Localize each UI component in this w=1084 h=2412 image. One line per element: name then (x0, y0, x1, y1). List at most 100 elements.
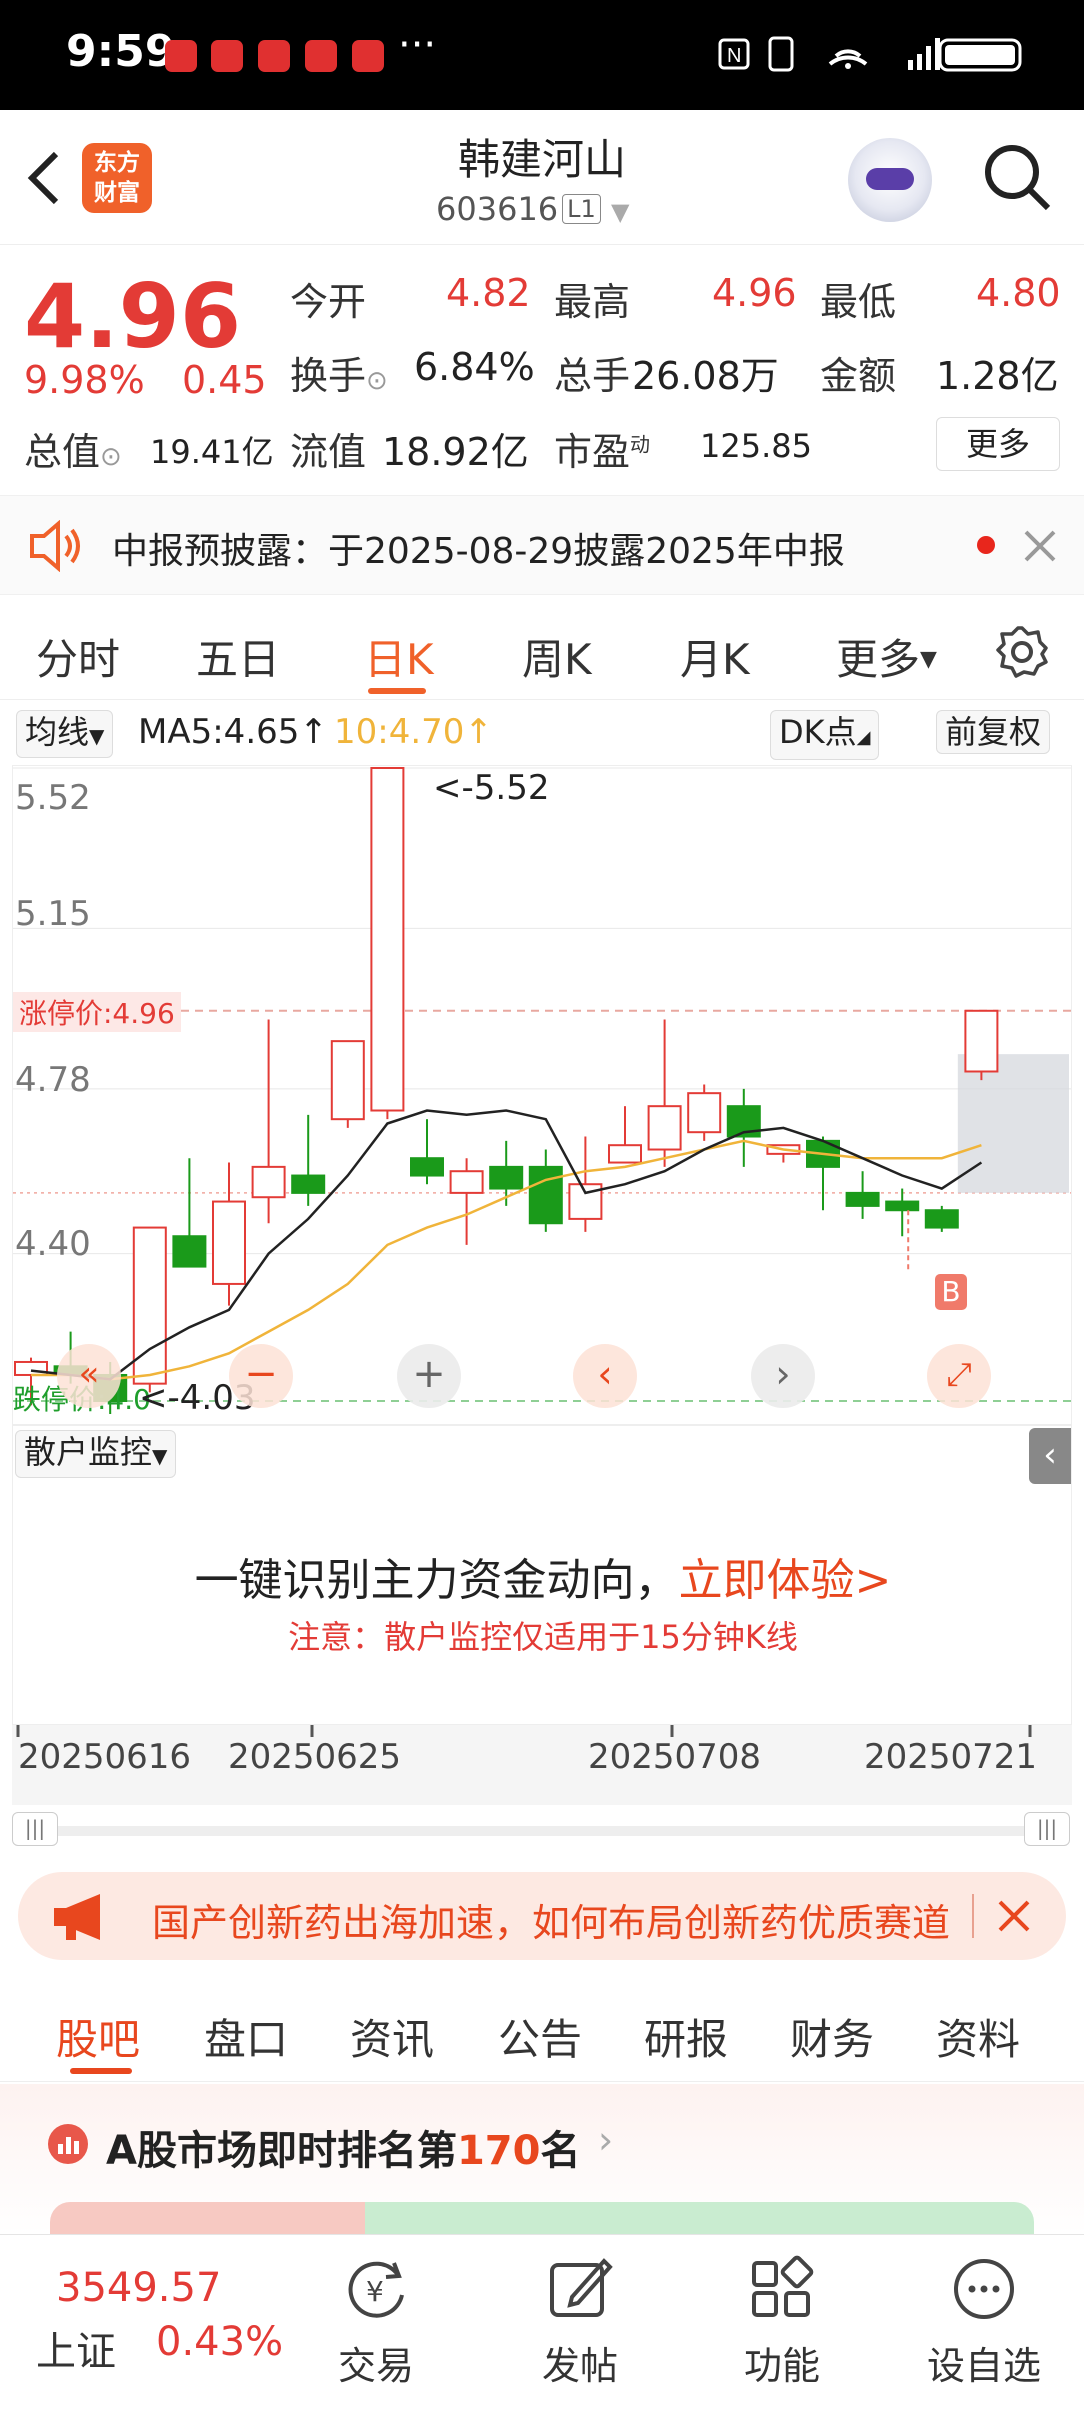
corner-arrow-icon: ◢ (856, 727, 871, 748)
candle-up (647, 1105, 682, 1151)
notification-app-icon (165, 40, 197, 72)
tab-more[interactable]: 更多▼ (836, 626, 937, 687)
compose-icon[interactable] (546, 2255, 614, 2323)
indicator-select[interactable]: 均线▼ (16, 710, 114, 758)
nav-add-watchlist[interactable]: 设自选 (904, 2335, 1064, 2390)
caret-down-icon: ▼ (152, 1444, 168, 1468)
notification-app-icon (352, 40, 384, 72)
kline-chart[interactable]: 5.52 5.15 4.78 4.40 涨停价:4.96 跌停价:4.0 <-5… (12, 765, 1072, 1425)
change-percent: 9.98% (24, 358, 145, 402)
tab-intraday[interactable]: 分时 (36, 626, 120, 687)
selection-box (957, 1054, 1069, 1193)
more-quote-button[interactable]: 更多 (936, 417, 1060, 471)
date-label: 20250708 (588, 1737, 762, 1777)
nav-post[interactable]: 发帖 (500, 2335, 660, 2390)
fullscreen-icon[interactable]: ⤢ (927, 1344, 991, 1408)
y-tick-label: 4.78 (15, 1060, 91, 1100)
megaphone-icon (54, 1894, 100, 1940)
market-cap: 19.41亿 (150, 433, 274, 471)
date-label: 20250625 (228, 1737, 402, 1777)
stock-header: 东方 财富 韩建河山 603616 L1 ▼ (0, 110, 1084, 245)
tab-announcements[interactable]: 公告 (498, 2006, 582, 2067)
tab-daily-k[interactable]: 日K (364, 626, 434, 687)
candle-down (845, 1191, 880, 1207)
assistant-robot-icon[interactable] (848, 138, 932, 222)
nav-trade[interactable]: 交易 (296, 2335, 456, 2390)
low-label: 最低 (820, 280, 897, 324)
zoom-out-icon[interactable]: − (229, 1344, 293, 1408)
candle-up (449, 1170, 484, 1194)
scroll-left-icon[interactable]: ‹ (573, 1344, 637, 1408)
open-value: 4.82 (446, 271, 531, 315)
range-handle-right[interactable]: ||| (1024, 1812, 1070, 1846)
rank-section[interactable]: A股市场即时排名第170名 › (0, 2084, 1084, 2242)
open-label: 今开 (290, 280, 367, 324)
index-name[interactable]: 上证 (36, 2319, 116, 2377)
high-label: 最高 (554, 280, 631, 324)
tab-weekly-k[interactable]: 周K (522, 626, 592, 687)
scroll-left-fast-icon[interactable]: « (57, 1344, 121, 1408)
search-icon[interactable] (980, 140, 1054, 214)
y-tick-label: 5.15 (15, 894, 91, 934)
current-price: 4.96 (24, 265, 242, 368)
turnover-label[interactable]: 换手⊙ (290, 345, 388, 400)
bottom-navigation: 3549.57 上证 0.43% ¥ 交易 发帖 功能 设自选 (0, 2234, 1084, 2412)
status-icons: N (718, 36, 1022, 72)
info-icon: ⊙ (100, 442, 122, 472)
stock-code[interactable]: 603616 L1 ▼ (436, 190, 629, 228)
settings-icon[interactable] (994, 624, 1050, 680)
close-icon[interactable] (1022, 528, 1058, 564)
trade-icon[interactable]: ¥ (342, 2255, 410, 2323)
notice-bar[interactable]: 中报预披露：于2025-08-29披露2025年中报 (0, 495, 1084, 595)
status-time: 9:59 (66, 26, 176, 77)
promo-banner[interactable]: 国产创新药出海加速，如何布局创新药优质赛道 (18, 1872, 1066, 1960)
index-change[interactable]: 0.43% (156, 2319, 283, 2365)
range-scrollbar[interactable]: ||| ||| (12, 1810, 1072, 1850)
candle-down (172, 1235, 207, 1268)
kline-svg (13, 767, 1071, 1414)
nav-functions[interactable]: 功能 (702, 2335, 862, 2390)
notification-app-icon (211, 40, 243, 72)
content-tabs: 股吧 盘口 资讯 公告 研报 财务 资料 (0, 1980, 1084, 2082)
active-tab-indicator (368, 688, 426, 694)
tab-five-day[interactable]: 五日 (196, 626, 280, 687)
functions-icon[interactable] (748, 2255, 816, 2323)
ma5-value: MA5:4.65↑ (138, 712, 328, 752)
zoom-in-icon[interactable]: + (397, 1344, 461, 1408)
pe-value: 125.85 (700, 427, 812, 465)
y-tick-label: 5.52 (15, 778, 91, 818)
tab-order-book[interactable]: 盘口 (204, 2006, 288, 2067)
dk-point-button[interactable]: DK点◢ (770, 710, 880, 760)
tab-profile[interactable]: 资料 (936, 2006, 1020, 2067)
volume-value: 26.08万 (632, 354, 779, 398)
index-value[interactable]: 3549.57 (56, 2265, 221, 2311)
float-cap-value: 18.92亿 (382, 430, 529, 474)
buy-marker[interactable]: B (935, 1274, 967, 1310)
range-handle-left[interactable]: ||| (12, 1812, 58, 1846)
chevron-right-icon: › (598, 2118, 614, 2162)
date-axis: 20250616 20250625 20250708 20250721 (12, 1725, 1072, 1805)
tab-news[interactable]: 资讯 (350, 2006, 434, 2067)
candle-up (687, 1092, 722, 1134)
retail-monitor-select[interactable]: 散户监控▼ (15, 1430, 177, 1478)
max-price-label: <-5.52 (433, 768, 550, 808)
retail-headline[interactable]: 一键识别主力资金动向，立即体验> (13, 1544, 1073, 1608)
collapse-panel-icon[interactable]: ‹ (1029, 1428, 1071, 1484)
tab-monthly-k[interactable]: 月K (680, 626, 750, 687)
turnover-value: 6.84% (414, 345, 535, 389)
close-icon[interactable] (996, 1898, 1032, 1934)
market-cap-label[interactable]: 总值⊙ (24, 421, 122, 476)
tab-financials[interactable]: 财务 (790, 2006, 874, 2067)
chevron-down-icon: ▼ (610, 198, 630, 226)
tab-research[interactable]: 研报 (644, 2006, 728, 2067)
caret-down-icon: ▼ (920, 647, 937, 672)
rank-text: A股市场即时排名第170名 (106, 2128, 581, 2174)
amount-value: 1.28亿 (936, 354, 1059, 398)
tab-guba[interactable]: 股吧 (56, 2006, 140, 2067)
quote-panel: 4.96 9.98% 0.45 总值⊙ 19.41亿 今开 4.82 最高 4.… (0, 245, 1084, 495)
scroll-right-icon[interactable]: › (751, 1344, 815, 1408)
candle-up (964, 1009, 999, 1073)
adjust-mode-button[interactable]: 前复权 (936, 710, 1051, 754)
info-icon: ⊙ (366, 366, 388, 396)
watchlist-icon[interactable] (950, 2255, 1018, 2323)
